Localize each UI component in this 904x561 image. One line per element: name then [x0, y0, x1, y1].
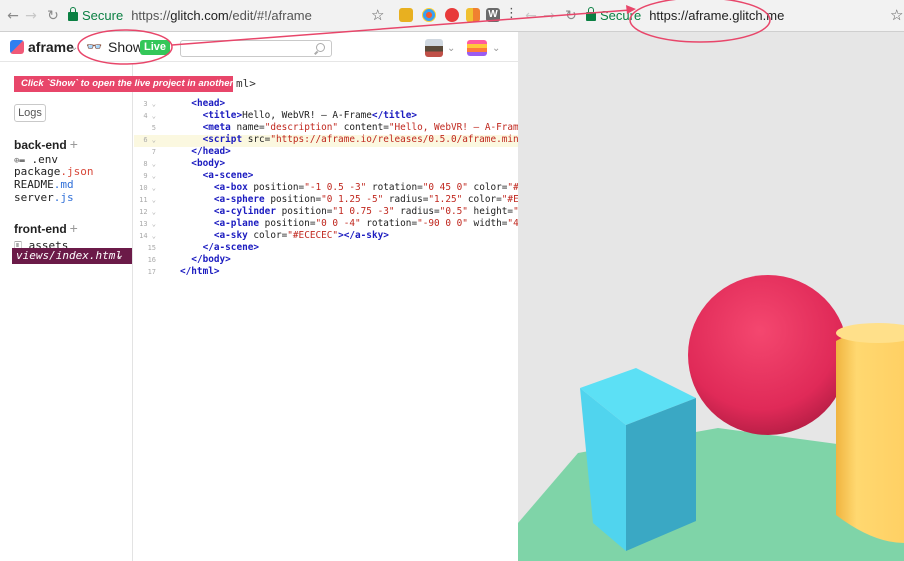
code-line-15[interactable]: </a-scene> [180, 242, 259, 254]
line-number: 4 ⌄ [143, 112, 156, 120]
search-icon [316, 43, 325, 52]
live-badge[interactable]: Live [140, 40, 171, 55]
screenshot-root: ← → ↻ Secure https://glitch.com/edit/#!/… [0, 0, 904, 561]
code-line-10[interactable]: <a-box position="-1 0.5 -3" rotation="0 … [180, 182, 518, 194]
line-number: 17 [147, 268, 156, 276]
code-line-17[interactable]: </html> [180, 266, 220, 278]
add-backend-file-icon[interactable]: + [70, 136, 78, 152]
line-number: 13 ⌄ [139, 220, 156, 228]
show-tooltip-annotation: Click `Show` to open the live project in… [14, 76, 233, 92]
extension-red-icon[interactable] [445, 8, 459, 22]
avatar-chevron-down-icon[interactable]: ⌄ [447, 43, 455, 54]
back-arrow-icon-right[interactable]: ← [522, 8, 540, 24]
address-bar[interactable]: https://glitch.com/edit/#!/aframe [131, 8, 312, 23]
line-number: 11 ⌄ [139, 196, 156, 204]
extension-cup-icon[interactable] [399, 8, 413, 22]
code-line-12[interactable]: <a-cylinder position="1 0.75 -3" radius=… [180, 206, 518, 218]
extension-pencil-icon[interactable] [466, 8, 480, 22]
lock-icon [68, 7, 78, 21]
reload-icon-right[interactable]: ↻ [562, 8, 580, 24]
code-line-13[interactable]: <a-plane position="0 0 -4" rotation="-90… [180, 218, 518, 230]
left-browser-toolbar: ← → ↻ Secure https://glitch.com/edit/#!/… [0, 0, 518, 32]
code-line-14[interactable]: <a-sky color="#ECECEC"></a-sky> [180, 230, 389, 242]
code-line-16[interactable]: </body> [180, 254, 231, 266]
user-avatar[interactable] [425, 39, 443, 57]
sphere [688, 275, 848, 435]
file-server-js[interactable]: server.js [14, 191, 74, 204]
back-arrow-icon[interactable]: ← [4, 8, 22, 24]
code-line-5[interactable]: <meta name="description" content="Hello,… [180, 122, 518, 134]
secure-label-right: Secure [600, 8, 642, 23]
secure-label: Secure [82, 8, 124, 23]
add-frontend-file-icon[interactable]: + [70, 220, 78, 236]
line-number: 3 ⌄ [143, 100, 156, 108]
line-number: 8 ⌄ [143, 160, 156, 168]
frontend-section-title: front-end + [14, 220, 78, 236]
file-sidebar: Logs back-end + ⊕▬ .env package.json READ… [0, 63, 133, 561]
project-name[interactable]: aframe [28, 39, 74, 55]
live-preview-window: ← → ↻ Secure https://aframe.glitch.me ☆ [518, 0, 904, 561]
lock-icon-right [586, 7, 596, 21]
code-editor[interactable]: 3 ⌄ 4 ⌄ 5 6 ⌄ 7 8 ⌄ 9 ⌄ 10 ⌄ 11 ⌄ 12 ⌄ 13 ⌄ 14 ⌄ 1… [134, 63, 518, 561]
code-line-9[interactable]: <a-scene> [180, 170, 254, 182]
code-line-8[interactable]: <body> [180, 158, 225, 170]
cylinder [836, 324, 904, 543]
line-number: 14 ⌄ [139, 232, 156, 240]
search-input[interactable] [180, 40, 332, 57]
aframe-scene-canvas[interactable] [518, 33, 904, 561]
file-readme-md[interactable]: README.md [14, 178, 74, 191]
line-number: 12 ⌄ [139, 208, 156, 216]
line-number: 16 [147, 256, 156, 264]
bookmark-star-icon[interactable]: ☆ [371, 6, 384, 24]
logs-button[interactable]: Logs [14, 104, 46, 122]
address-bar-right[interactable]: https://aframe.glitch.me [649, 8, 784, 23]
glitch-fish-logo-icon [10, 40, 24, 54]
code-line-fragment: ml> [236, 77, 256, 90]
line-number: 5 [151, 124, 156, 132]
code-line-4[interactable]: <title>Hello, WebVR! – A-Frame</title> [180, 110, 418, 122]
chevron-down-icon[interactable]: ⌄ [70, 42, 78, 53]
file-package-json[interactable]: package.json [14, 165, 93, 178]
line-number: 10 ⌄ [139, 184, 156, 192]
menu-kebab-icon[interactable]: ⋮ [505, 6, 518, 21]
show-button[interactable]: Show [108, 39, 143, 55]
code-line-6[interactable]: <script src="https://aframe.io/releases/… [180, 134, 518, 146]
team-logo-icon[interactable] [467, 40, 487, 56]
extension-w-icon[interactable]: W [486, 8, 500, 22]
bookmark-star-icon-right[interactable]: ☆ [890, 6, 903, 24]
glitch-editor-window: ← → ↻ Secure https://glitch.com/edit/#!/… [0, 0, 518, 561]
forward-arrow-icon-right[interactable]: → [540, 8, 558, 24]
file-views-index-html[interactable]: views/index.html ⌄ [12, 248, 132, 264]
code-line-11[interactable]: <a-sphere position="0 1.25 -5" radius="1… [180, 194, 518, 206]
file-chevron-down-icon[interactable]: ⌄ [116, 248, 124, 264]
forward-arrow-icon[interactable]: → [22, 8, 40, 24]
sunglasses-icon[interactable]: 👓 [86, 40, 102, 55]
team-chevron-down-icon[interactable]: ⌄ [492, 43, 500, 54]
backend-section-title: back-end + [14, 136, 78, 152]
line-number: 9 ⌄ [143, 172, 156, 180]
extension-color-icon[interactable] [422, 8, 436, 22]
right-browser-toolbar: ← → ↻ Secure https://aframe.glitch.me ☆ [518, 0, 904, 32]
reload-icon[interactable]: ↻ [44, 8, 62, 24]
line-number: 6 ⌄ [143, 136, 156, 144]
code-line-3[interactable]: <head> [180, 98, 225, 110]
code-line-7[interactable]: </head> [180, 146, 231, 158]
line-number: 7 [151, 148, 156, 156]
line-number: 15 [147, 244, 156, 252]
